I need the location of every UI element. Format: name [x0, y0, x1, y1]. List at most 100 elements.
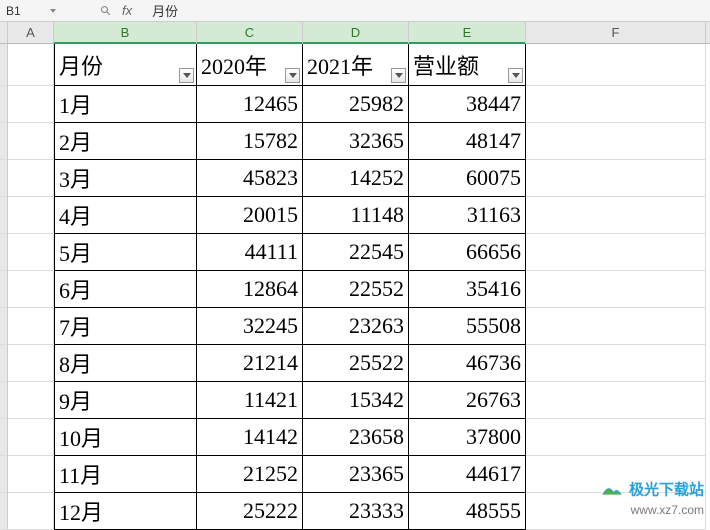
cell-month[interactable]: 1月: [54, 86, 197, 123]
cell[interactable]: [8, 456, 54, 493]
cell-month[interactable]: 6月: [54, 271, 197, 308]
cell-total[interactable]: 55508: [409, 308, 526, 345]
cell-month[interactable]: 5月: [54, 234, 197, 271]
cell-total[interactable]: 48555: [409, 493, 526, 530]
cell-2021[interactable]: 32365: [303, 123, 409, 160]
cell-month[interactable]: 10月: [54, 419, 197, 456]
row-header[interactable]: [0, 382, 8, 419]
cell-2021[interactable]: 23365: [303, 456, 409, 493]
cell-2020[interactable]: 21252: [197, 456, 303, 493]
filter-button[interactable]: [391, 68, 406, 83]
cell-2021[interactable]: 22552: [303, 271, 409, 308]
cell[interactable]: [8, 382, 54, 419]
cell-2020[interactable]: 12864: [197, 271, 303, 308]
cell-2021[interactable]: 15342: [303, 382, 409, 419]
cell-total[interactable]: 35416: [409, 271, 526, 308]
cell-total[interactable]: 48147: [409, 123, 526, 160]
cell-month[interactable]: 8月: [54, 345, 197, 382]
formula-bar-value[interactable]: 月份: [142, 1, 178, 20]
row-header[interactable]: [0, 271, 8, 308]
cell-month[interactable]: 2月: [54, 123, 197, 160]
cell-total[interactable]: 66656: [409, 234, 526, 271]
cell-2021[interactable]: 23658: [303, 419, 409, 456]
cell-2021[interactable]: 11148: [303, 197, 409, 234]
header-2021[interactable]: 2021年: [303, 44, 409, 86]
spreadsheet-grid[interactable]: 月份 2020年 2021年 营业额 1月1246525982384472月15…: [0, 44, 710, 530]
cell[interactable]: [526, 86, 706, 123]
cell[interactable]: [8, 271, 54, 308]
cell-2020[interactable]: 12465: [197, 86, 303, 123]
cell-total[interactable]: 44617: [409, 456, 526, 493]
cell-total[interactable]: 38447: [409, 86, 526, 123]
cell-2020[interactable]: 45823: [197, 160, 303, 197]
fx-icon[interactable]: fx: [122, 3, 132, 18]
cell[interactable]: [526, 308, 706, 345]
row-header[interactable]: [0, 160, 8, 197]
cell-total[interactable]: 26763: [409, 382, 526, 419]
cell[interactable]: [8, 123, 54, 160]
cell-2021[interactable]: 25522: [303, 345, 409, 382]
cell[interactable]: [8, 308, 54, 345]
cell[interactable]: [526, 382, 706, 419]
col-header-D[interactable]: D: [303, 22, 409, 43]
cell[interactable]: [526, 419, 706, 456]
row-header[interactable]: [0, 308, 8, 345]
cell-2021[interactable]: 14252: [303, 160, 409, 197]
select-all-corner[interactable]: [0, 22, 8, 43]
cell-2020[interactable]: 21214: [197, 345, 303, 382]
cell[interactable]: [8, 86, 54, 123]
col-header-E[interactable]: E: [409, 22, 526, 43]
row-header[interactable]: [0, 86, 8, 123]
cell-2021[interactable]: 23263: [303, 308, 409, 345]
cell[interactable]: [8, 234, 54, 271]
cell-month[interactable]: 11月: [54, 456, 197, 493]
search-icon[interactable]: [100, 5, 112, 17]
cell-2020[interactable]: 20015: [197, 197, 303, 234]
cell-2020[interactable]: 14142: [197, 419, 303, 456]
row-header[interactable]: [0, 345, 8, 382]
filter-button[interactable]: [508, 68, 523, 83]
cell-total[interactable]: 46736: [409, 345, 526, 382]
col-header-F[interactable]: F: [526, 22, 706, 43]
cell-2021[interactable]: 23333: [303, 493, 409, 530]
cell[interactable]: [526, 44, 706, 86]
cell-2021[interactable]: 25982: [303, 86, 409, 123]
cell[interactable]: [526, 160, 706, 197]
cell[interactable]: [8, 160, 54, 197]
row-header[interactable]: [0, 197, 8, 234]
cell-2020[interactable]: 15782: [197, 123, 303, 160]
cell-2021[interactable]: 22545: [303, 234, 409, 271]
cell[interactable]: [526, 234, 706, 271]
cell[interactable]: [8, 197, 54, 234]
cell[interactable]: [8, 345, 54, 382]
row-header[interactable]: [0, 44, 8, 86]
cell-total[interactable]: 37800: [409, 419, 526, 456]
cell-total[interactable]: 60075: [409, 160, 526, 197]
cell-month[interactable]: 9月: [54, 382, 197, 419]
cell[interactable]: [526, 345, 706, 382]
row-header[interactable]: [0, 419, 8, 456]
cell[interactable]: [526, 123, 706, 160]
header-month[interactable]: 月份: [54, 44, 197, 86]
cell[interactable]: [526, 493, 706, 530]
cell[interactable]: [8, 493, 54, 530]
cell-month[interactable]: 12月: [54, 493, 197, 530]
cell-month[interactable]: 7月: [54, 308, 197, 345]
name-box[interactable]: B1: [0, 0, 60, 21]
col-header-A[interactable]: A: [8, 22, 54, 43]
filter-button[interactable]: [285, 68, 300, 83]
cell-2020[interactable]: 25222: [197, 493, 303, 530]
cell[interactable]: [8, 44, 54, 86]
cell[interactable]: [8, 419, 54, 456]
cell-total[interactable]: 31163: [409, 197, 526, 234]
cell-2020[interactable]: 44111: [197, 234, 303, 271]
header-total[interactable]: 营业额: [409, 44, 526, 86]
filter-button[interactable]: [179, 68, 194, 83]
row-header[interactable]: [0, 123, 8, 160]
cell-month[interactable]: 3月: [54, 160, 197, 197]
cell[interactable]: [526, 456, 706, 493]
cell-2020[interactable]: 11421: [197, 382, 303, 419]
row-header[interactable]: [0, 234, 8, 271]
col-header-B[interactable]: B: [54, 22, 197, 43]
cell[interactable]: [526, 271, 706, 308]
